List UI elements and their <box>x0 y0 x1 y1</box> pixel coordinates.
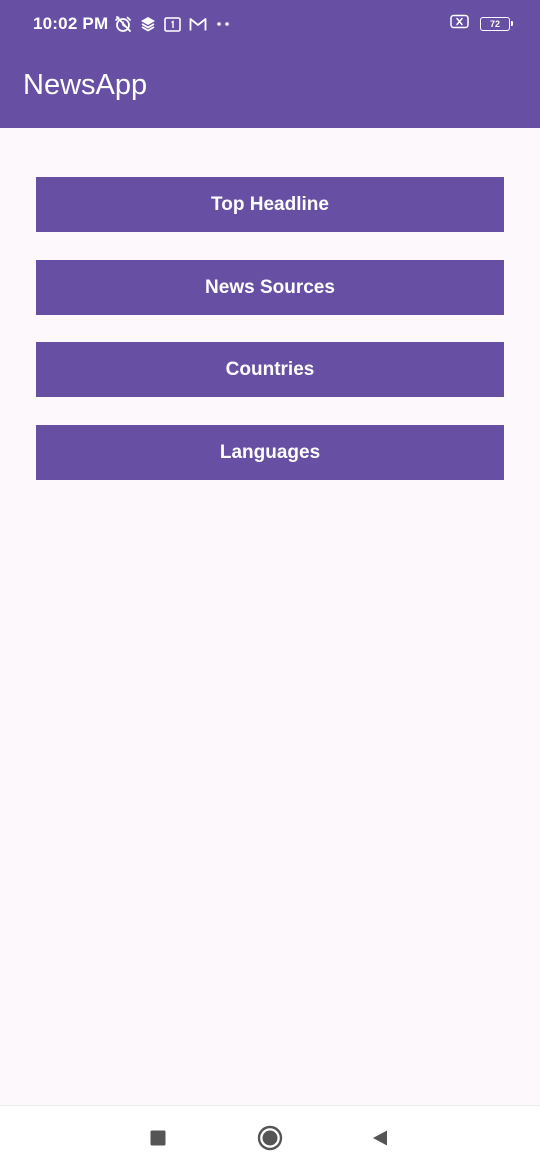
alarm-off-icon <box>114 15 132 33</box>
app-title: NewsApp <box>23 69 148 101</box>
back-triangle-icon[interactable] <box>364 1122 396 1154</box>
top-app-area: 10:02 PM 72 NewsApp <box>0 0 540 128</box>
battery-icon: 72 <box>480 17 513 31</box>
main-menu: Top Headline News Sources Countries Lang… <box>36 177 504 507</box>
recents-square-icon[interactable] <box>142 1122 174 1154</box>
battery-level: 72 <box>489 19 500 29</box>
languages-button[interactable]: Languages <box>36 424 504 480</box>
layers-icon <box>140 16 156 32</box>
more-dots-icon <box>215 19 231 29</box>
status-bar: 10:02 PM 72 <box>0 0 540 48</box>
status-time: 10:02 PM <box>33 14 109 33</box>
gmail-icon <box>189 17 207 32</box>
top-headline-button[interactable]: Top Headline <box>36 177 504 232</box>
status-system-icons: 72 <box>450 14 513 34</box>
countries-button[interactable]: Countries <box>36 342 504 397</box>
system-navigation-bar <box>0 1105 540 1171</box>
status-notification-icons <box>114 14 231 34</box>
calendar-icon <box>164 16 181 32</box>
sim-off-icon <box>450 14 470 34</box>
home-circle-icon[interactable] <box>254 1122 286 1154</box>
news-sources-button[interactable]: News Sources <box>36 259 504 315</box>
